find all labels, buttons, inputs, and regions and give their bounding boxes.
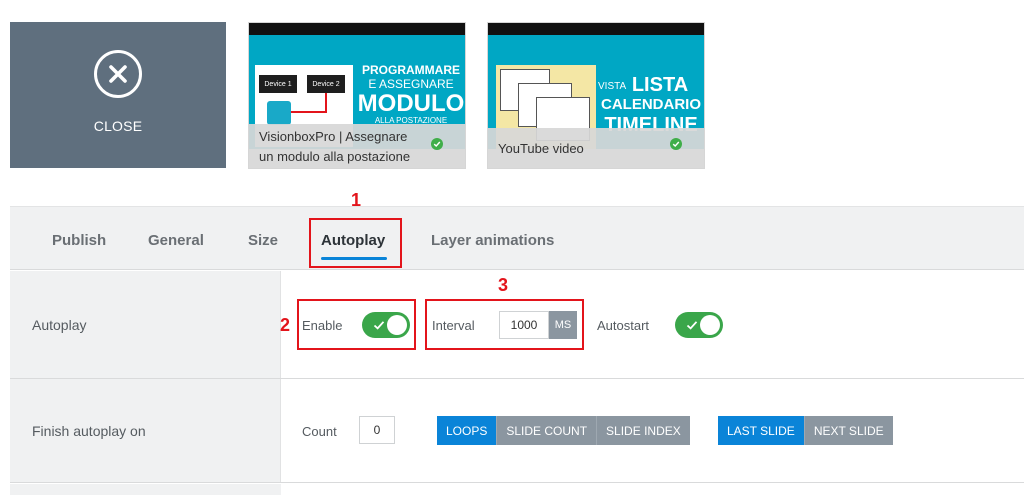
module-cube-icon — [267, 101, 291, 125]
thumbnail-caption-text: VisionboxPro | Assegnare un modulo alla … — [259, 129, 411, 164]
tab-size[interactable]: Size — [248, 232, 278, 249]
next-row-label-cell — [10, 484, 281, 495]
option-slide-index[interactable]: SLIDE INDEX — [597, 416, 690, 445]
autoplay-row-label: Autoplay — [32, 317, 87, 333]
video-thumbnail-1[interactable]: Device 1 Device 2 PROGRAMMARE E ASSEGNAR… — [248, 22, 466, 169]
count-label: Count — [302, 424, 337, 439]
tab-publish[interactable]: Publish — [52, 232, 106, 249]
art-title-line: VISTA — [598, 81, 627, 92]
option-slide-count[interactable]: SLIDE COUNT — [497, 416, 598, 445]
art-title-line: E ASSEGNARE — [368, 77, 454, 91]
connector-line — [325, 93, 327, 111]
annotation-marker-2: 2 — [280, 315, 291, 335]
row-label-cell: Autoplay — [10, 271, 281, 378]
annotation-box-interval — [425, 299, 584, 350]
autostart-label: Autostart — [597, 318, 650, 333]
art-title-line: CALENDARIO — [601, 96, 701, 113]
thumbnail-caption: YouTube video — [488, 128, 704, 168]
annotation-box-autoplay-tab — [309, 218, 402, 268]
device-2-box: Device 2 — [307, 75, 345, 93]
toggle-knob — [700, 315, 720, 335]
art-title-line: MODULO — [357, 90, 465, 117]
finish-mode-segmented-control: LOOPS SLIDE COUNT SLIDE INDEX — [437, 416, 690, 445]
device-1-box: Device 1 — [259, 75, 297, 93]
video-thumbnail-2[interactable]: VISTA LISTA CALENDARIO TIMELINE YouTube … — [487, 22, 705, 169]
close-label: CLOSE — [93, 118, 143, 134]
connector-line — [291, 111, 327, 113]
finish-target-segmented-control: LAST SLIDE NEXT SLIDE — [718, 416, 893, 445]
check-circle-icon — [431, 138, 443, 150]
count-input[interactable]: 0 — [359, 416, 395, 444]
thumbnail-caption: VisionboxPro | Assegnare un modulo alla … — [249, 124, 465, 168]
thumbnail-top-bar — [488, 23, 704, 35]
annotation-box-enable — [297, 299, 416, 350]
autostart-toggle[interactable] — [675, 312, 723, 338]
screenshot-root: CLOSE Device 1 Device 2 PROGRAMMARE E AS… — [0, 0, 1024, 495]
settings-tab-bar: Publish General Size Autoplay Layer anim… — [10, 206, 1024, 270]
thumbnail-top-bar — [249, 23, 465, 35]
thumbnail-caption-text: YouTube video — [498, 141, 584, 156]
annotation-marker-3: 3 — [498, 275, 509, 295]
row-label-cell: Finish autoplay on — [10, 379, 281, 482]
tab-general[interactable]: General — [148, 232, 204, 249]
option-loops[interactable]: LOOPS — [437, 416, 498, 445]
tab-layer-animations[interactable]: Layer animations — [431, 232, 554, 249]
option-next-slide[interactable]: NEXT SLIDE — [804, 416, 893, 445]
close-button[interactable]: CLOSE — [10, 22, 226, 168]
finish-autoplay-row: Finish autoplay on Count 0 LOOPS SLIDE C… — [10, 379, 1024, 483]
check-icon — [686, 321, 698, 330]
annotation-marker-1: 1 — [351, 190, 362, 210]
option-last-slide[interactable]: LAST SLIDE — [718, 416, 805, 445]
art-title-line: LISTA — [631, 74, 689, 96]
art-title-line: PROGRAMMARE — [362, 63, 460, 77]
check-circle-icon — [670, 138, 682, 150]
close-circle-icon — [94, 50, 142, 98]
finish-autoplay-label: Finish autoplay on — [32, 423, 146, 439]
